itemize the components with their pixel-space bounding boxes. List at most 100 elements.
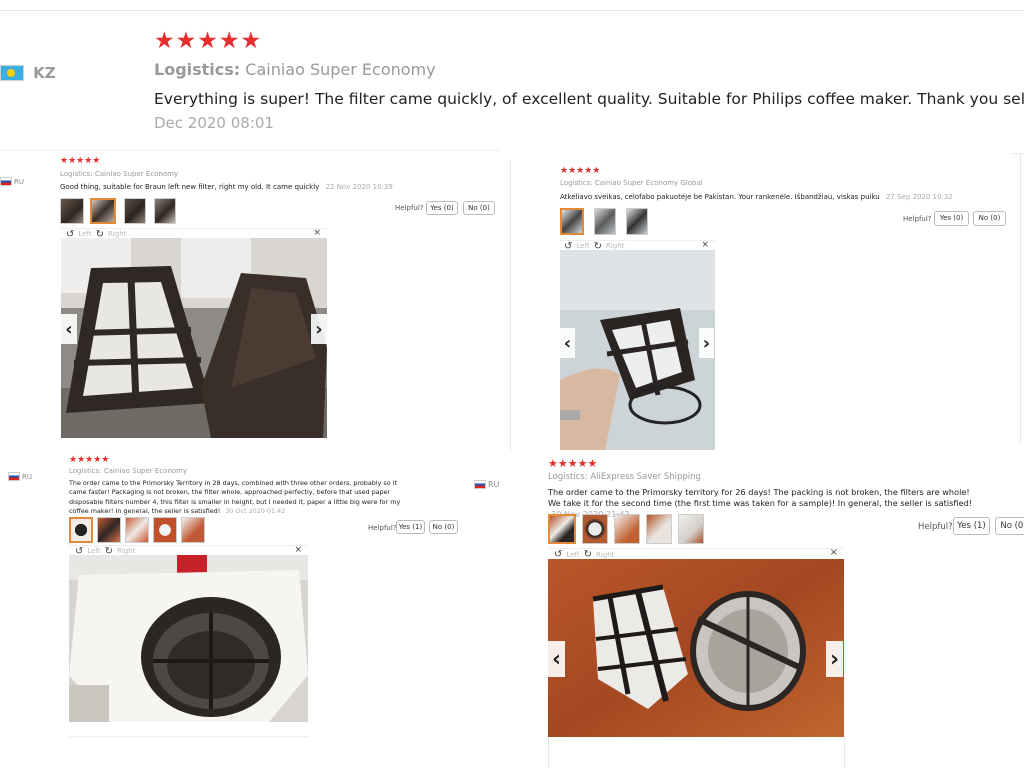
reviewer-country: KZ <box>0 62 56 82</box>
rotate-right-label[interactable]: Right <box>108 230 126 238</box>
review-photo <box>61 238 327 438</box>
reviewer-country: RU <box>474 474 499 493</box>
reviewer-country: RU <box>0 171 24 190</box>
logistics-value: Cainiao Super Economy <box>245 60 436 79</box>
helpful-yes-button[interactable]: Yes (1) <box>396 520 425 534</box>
logistics-label: Logistics: <box>60 170 93 178</box>
rotate-left-label[interactable]: Left <box>87 547 100 555</box>
photo-thumbnail[interactable] <box>594 208 616 235</box>
helpful-yes-button[interactable]: Yes (0) <box>426 201 458 215</box>
review-date: Dec 2020 08:01 <box>154 114 274 132</box>
reviewer-country: RU <box>8 466 32 485</box>
photo-thumbnails <box>60 198 176 224</box>
next-photo-button[interactable]: › <box>826 641 843 677</box>
kz-flag-icon <box>0 64 24 81</box>
review-divider <box>0 150 500 151</box>
rotate-right-label[interactable]: Right <box>606 242 624 250</box>
close-icon[interactable]: × <box>830 547 838 558</box>
photo-thumbnail[interactable] <box>626 208 648 235</box>
review-text: The order came to the Primorsky territor… <box>548 487 973 508</box>
photo-thumbnail[interactable] <box>97 517 121 543</box>
logistics-value: AliExpress Saver Shipping <box>590 472 701 482</box>
country-code: RU <box>488 480 500 489</box>
prev-photo-button[interactable]: ‹ <box>61 314 77 344</box>
card-border <box>510 160 511 450</box>
logistics-label: Logistics: <box>560 179 593 187</box>
review-body: Atkeliavo sveikas, celofabo pakuotėje be… <box>560 193 953 201</box>
photo-caption-area <box>69 722 308 737</box>
photo-thumbnail[interactable] <box>124 198 146 224</box>
review-text: Good thing, suitable for Braun left new … <box>60 183 320 191</box>
helpful-no-button[interactable]: No (0) <box>973 211 1006 226</box>
two-filters-on-table-photo <box>548 559 844 737</box>
star-rating: ★★★★★ <box>560 166 601 176</box>
prev-photo-button[interactable]: ‹ <box>560 328 575 358</box>
helpful-no-button[interactable]: No (0) <box>429 520 458 534</box>
photo-thumbnail[interactable] <box>125 517 149 543</box>
hand-holding-filter-photo <box>560 250 715 450</box>
close-icon[interactable]: × <box>313 228 321 238</box>
country-code: RU <box>22 472 32 481</box>
review-text: Everything is super! The filter came qui… <box>154 90 1024 108</box>
photo-thumbnail[interactable] <box>154 198 176 224</box>
helpful-yes-button[interactable]: Yes (1) <box>953 517 990 535</box>
logistics-value: Cainiao Super Economy Global <box>594 179 703 187</box>
photo-thumbnail[interactable] <box>614 514 640 544</box>
coffee-filters-photo <box>61 238 327 438</box>
review-text: Atkeliavo sveikas, celofabo pakuotėje be… <box>560 193 880 201</box>
review-date: 27 Sep 2020 10:32 <box>885 193 953 201</box>
logistics-value: Cainiao Super Economy <box>103 467 188 475</box>
photo-thumbnail[interactable] <box>60 198 84 224</box>
close-icon[interactable]: × <box>701 240 709 250</box>
review-photo <box>548 559 844 737</box>
prev-photo-button[interactable]: ‹ <box>548 641 565 677</box>
review-date: 22 Nov 2020 10:39 <box>325 183 393 191</box>
review-body: Good thing, suitable for Braun left new … <box>60 183 393 191</box>
next-photo-button[interactable]: › <box>699 328 714 358</box>
logistics-value: Cainiao Super Economy <box>94 170 179 178</box>
photo-thumbnail[interactable] <box>560 208 584 235</box>
logistics-info: Logistics: Cainiao Super Economy <box>60 170 178 178</box>
card-border <box>844 737 845 768</box>
card-border <box>1012 153 1024 154</box>
logistics-info: Logistics: Cainiao Super Economy <box>69 467 187 475</box>
ru-flag-icon <box>8 472 20 481</box>
card-border <box>548 737 549 768</box>
helpful-label: Helpful? <box>368 524 397 532</box>
rotate-right-label[interactable]: Right <box>596 551 614 559</box>
photo-thumbnail[interactable] <box>153 517 177 543</box>
star-rating: ★★★★★ <box>154 28 263 54</box>
logistics-info: Logistics: Cainiao Super Economy <box>154 60 436 79</box>
photo-thumbnail[interactable] <box>69 517 93 543</box>
review-body: The order came to the Primorsky Territor… <box>69 479 409 517</box>
next-photo-button[interactable]: › <box>311 314 327 344</box>
logistics-info: Logistics: Cainiao Super Economy Global <box>560 179 703 187</box>
country-code: KZ <box>33 63 56 82</box>
filter-in-coffee-maker-photo <box>69 555 308 722</box>
rotate-left-label[interactable]: Left <box>566 551 579 559</box>
photo-thumbnail[interactable] <box>181 517 205 543</box>
photo-thumbnail[interactable] <box>90 198 116 224</box>
ru-flag-icon <box>474 480 486 489</box>
review-photo <box>69 555 308 722</box>
photo-thumbnails <box>560 208 648 235</box>
close-icon[interactable]: × <box>294 545 302 555</box>
rotate-right-label[interactable]: Right <box>117 547 135 555</box>
photo-thumbnail[interactable] <box>548 514 576 544</box>
rotate-left-label[interactable]: Left <box>576 242 589 250</box>
logistics-info: Logistics: AliExpress Saver Shipping <box>548 472 701 482</box>
rotate-left-label[interactable]: Left <box>78 230 91 238</box>
helpful-no-button[interactable]: No (0) <box>463 201 495 215</box>
helpful-yes-button[interactable]: Yes (0) <box>934 211 969 226</box>
photo-thumbnail[interactable] <box>678 514 704 544</box>
photo-thumbnails <box>69 517 205 543</box>
review-photo <box>560 250 715 450</box>
star-rating: ★★★★★ <box>548 457 598 470</box>
helpful-no-button[interactable]: No (0) <box>995 517 1024 535</box>
country-code: RU <box>14 177 24 186</box>
card-border <box>1020 153 1021 443</box>
photo-thumbnail[interactable] <box>582 514 608 544</box>
star-rating: ★★★★★ <box>60 156 101 166</box>
logistics-label: Logistics: <box>154 60 241 79</box>
photo-thumbnail[interactable] <box>646 514 672 544</box>
